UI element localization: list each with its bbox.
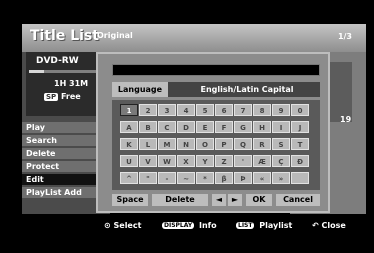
hint-select: ⊙ Select [104,221,141,230]
key-r0c7[interactable]: 8 [253,104,271,116]
hint-info-label: Info [198,221,217,230]
key-grid: 1 2 3 4 5 6 7 8 9 0 A B C D E F G H I J K L M N O P Q R S T U V W X Y Z ' Æ Ç Đ… [112,100,320,190]
key-r4c5[interactable]: β [215,172,233,184]
key-r3c2[interactable]: W [158,155,176,167]
list-button-icon: LIST [236,222,255,229]
key-r1c3[interactable]: D [177,121,195,133]
page-indicator: 1/3 [337,32,352,41]
hint-playlist: LIST Playlist [236,221,292,230]
cancel-button[interactable]: Cancel [276,194,320,206]
hint-close: ↶ Close [312,221,346,230]
key-r1c9[interactable]: J [291,121,309,133]
key-r0c3[interactable]: 4 [177,104,195,116]
page-title: Title List [30,28,99,44]
key-r0c8[interactable]: 9 [272,104,290,116]
select-icon: ⊙ [104,221,111,230]
key-r2c9[interactable]: T [291,138,309,150]
hint-playlist-label: Playlist [259,221,293,230]
ok-button[interactable]: OK [246,194,272,206]
key-r1c1[interactable]: B [139,121,157,133]
language-value[interactable]: English/Latin Capital [174,82,320,97]
hint-select-label: Select [113,221,142,230]
key-r2c5[interactable]: P [215,138,233,150]
disc-time: 1H 31M [54,79,89,88]
title-text-input[interactable] [112,64,320,76]
free-label: Free [60,92,81,101]
key-r1c0[interactable]: A [120,121,138,133]
page-subtitle: Original [97,31,133,40]
key-r1c4[interactable]: E [196,121,214,133]
disc-free: SP Free [44,92,81,101]
key-r2c3[interactable]: N [177,138,195,150]
key-r2c1[interactable]: L [139,138,157,150]
screen: Title List Original 1/3 DVD-RW 1H 31M SP… [0,0,374,253]
key-r3c0[interactable]: U [120,155,138,167]
key-r4c7[interactable]: « [253,172,271,184]
key-r2c0[interactable]: K [120,138,138,150]
key-r4c1[interactable]: " [139,172,157,184]
key-r3c7[interactable]: Æ [253,155,271,167]
mode-badge: SP [44,93,59,101]
header: Title List Original 1/3 [22,24,366,52]
key-r3c5[interactable]: Z [215,155,233,167]
disc-info: DVD-RW 1H 31M SP Free [26,52,106,116]
language-label: Language [112,82,168,97]
key-blank[interactable] [291,172,309,184]
key-r2c8[interactable]: S [272,138,290,150]
hint-close-label: Close [321,221,346,230]
key-r1c6[interactable]: G [234,121,252,133]
key-r4c8[interactable]: » [272,172,290,184]
key-r2c6[interactable]: Q [234,138,252,150]
key-r3c1[interactable]: V [139,155,157,167]
key-r1c7[interactable]: H [253,121,271,133]
key-r0c6[interactable]: 7 [234,104,252,116]
key-r4c3[interactable]: ~ [177,172,195,184]
key-r2c2[interactable]: M [158,138,176,150]
key-r1c8[interactable]: I [272,121,290,133]
hint-info: DISPLAY Info [162,221,217,230]
key-r3c3[interactable]: X [177,155,195,167]
cursor-left-button[interactable]: ◄ [212,194,226,206]
key-r3c9[interactable]: Đ [291,155,309,167]
key-r4c2[interactable]: - [158,172,176,184]
bottom-hint-bar: ⊙ Select DISPLAY Info LIST Playlist ↶ Cl… [0,214,374,238]
disc-type: DVD-RW [36,56,79,66]
language-row[interactable]: Language English/Latin Capital [112,82,320,97]
key-r4c6[interactable]: Þ [234,172,252,184]
disc-usage-fill [29,70,44,73]
key-r0c1[interactable]: 2 [139,104,157,116]
key-r0c5[interactable]: 6 [215,104,233,116]
key-r3c4[interactable]: Y [196,155,214,167]
key-r0c0[interactable]: 1 [120,104,138,116]
key-r3c6[interactable]: ' [234,155,252,167]
keyboard-dialog: Language English/Latin Capital 123456789… [96,52,330,213]
space-button[interactable]: Space [112,194,148,206]
cursor-right-button[interactable]: ► [228,194,242,206]
title-number: 19 [340,115,352,124]
key-r1c5[interactable]: F [215,121,233,133]
key-r1c2[interactable]: C [158,121,176,133]
key-r0c2[interactable]: 3 [158,104,176,116]
disc-usage-bar [29,70,103,73]
key-r4c0[interactable]: ^ [120,172,138,184]
key-r0c9[interactable]: 0 [291,104,309,116]
key-r0c4[interactable]: 5 [196,104,214,116]
dialog-actions: Space Delete ◄ ► OK Cancel [112,194,320,206]
return-arrow-icon: ↶ [312,221,319,230]
key-r2c7[interactable]: R [253,138,271,150]
key-r2c4[interactable]: O [196,138,214,150]
key-r4c4[interactable]: * [196,172,214,184]
display-button-icon: DISPLAY [162,222,195,229]
delete-button[interactable]: Delete [152,194,208,206]
key-r3c8[interactable]: Ç [272,155,290,167]
